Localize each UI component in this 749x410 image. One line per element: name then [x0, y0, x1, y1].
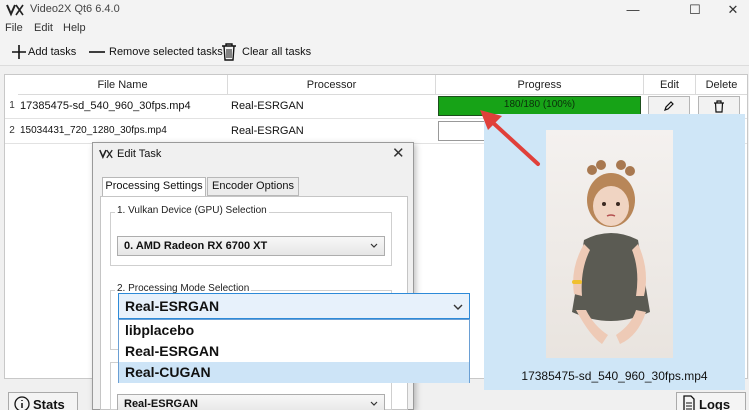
info-icon — [14, 396, 30, 410]
column-header-file-name[interactable]: File Name — [18, 75, 228, 95]
gpu-select-value: 0. AMD Radeon RX 6700 XT — [124, 240, 268, 252]
processor-select[interactable]: Real-ESRGAN — [117, 394, 385, 410]
option-real-esrgan[interactable]: Real-ESRGAN — [119, 341, 469, 362]
edit-task-button[interactable] — [648, 96, 690, 116]
trash-icon — [222, 43, 236, 61]
column-header-edit[interactable]: Edit — [644, 75, 696, 95]
stats-button[interactable]: Stats — [8, 392, 78, 410]
column-header-delete[interactable]: Delete — [696, 75, 747, 95]
annotation-arrow — [480, 110, 540, 166]
table-cell-file-name[interactable]: 17385475-sd_540_960_30fps.mp4 — [20, 100, 191, 112]
option-libplacebo[interactable]: libplacebo — [119, 320, 469, 341]
preview-image — [546, 130, 673, 358]
minus-icon — [89, 51, 105, 53]
menu-bar — [0, 20, 749, 38]
tab-processing-settings[interactable]: Processing Settings — [102, 177, 206, 196]
minimize-button[interactable]: — — [610, 0, 656, 20]
chevron-down-icon — [453, 304, 463, 310]
logs-button[interactable]: Logs — [676, 392, 746, 410]
stats-label: Stats — [33, 396, 65, 410]
video2x-logo-icon — [99, 149, 113, 160]
column-header-processor[interactable]: Processor — [228, 75, 436, 95]
chevron-down-icon — [370, 243, 378, 248]
trash-icon — [714, 99, 724, 113]
preview-caption: 17385475-sd_540_960_30fps.mp4 — [521, 369, 708, 383]
table-cell-processor[interactable]: Real-ESRGAN — [231, 125, 304, 137]
clear-all-tasks-button[interactable]: Clear all tasks — [220, 40, 311, 64]
gpu-select[interactable]: 0. AMD Radeon RX 6700 XT — [117, 236, 385, 256]
processing-mode-value: Real-ESRGAN — [125, 298, 220, 314]
processor-select-value: Real-ESRGAN — [124, 398, 198, 410]
dialog-title: Edit Task — [117, 148, 162, 160]
row-number: 2 — [9, 125, 15, 136]
tab-encoder-options[interactable]: Encoder Options — [207, 177, 299, 196]
chevron-down-icon — [370, 401, 378, 406]
video2x-logo-icon — [6, 4, 24, 17]
row-number: 1 — [9, 100, 15, 111]
table-cell-file-name[interactable]: 15034431_720_1280_30fps.mp4 — [20, 125, 167, 136]
close-button[interactable]: ✕ — [710, 0, 749, 20]
add-tasks-label: Add tasks — [28, 46, 77, 58]
column-header-progress[interactable]: Progress — [436, 75, 644, 95]
delete-task-button[interactable] — [698, 96, 740, 116]
add-tasks-button[interactable]: Add tasks — [10, 40, 76, 64]
logs-label: Logs — [699, 396, 731, 410]
document-icon — [683, 395, 695, 410]
clear-all-label: Clear all tasks — [242, 46, 312, 58]
processing-mode-options: libplacebo Real-ESRGAN Real-CUGAN — [118, 319, 470, 383]
menu-file[interactable]: File — [5, 22, 23, 34]
remove-selected-tasks-button[interactable]: Remove selected tasks — [88, 40, 223, 64]
remove-selected-label: Remove selected tasks — [109, 46, 223, 58]
table-cell-processor[interactable]: Real-ESRGAN — [231, 100, 304, 112]
window-title: Video2X Qt6 6.4.0 — [30, 3, 120, 15]
gpu-group-label: 1. Vulkan Device (GPU) Selection — [115, 205, 269, 216]
dialog-close-icon[interactable]: ✕ — [392, 144, 405, 162]
menu-edit[interactable]: Edit — [34, 22, 53, 34]
option-real-cugan[interactable]: Real-CUGAN — [119, 362, 469, 383]
plus-icon — [12, 45, 26, 59]
processing-mode-select[interactable]: Real-ESRGAN — [118, 293, 470, 319]
menu-help[interactable]: Help — [63, 22, 86, 34]
pencil-icon — [664, 101, 674, 111]
